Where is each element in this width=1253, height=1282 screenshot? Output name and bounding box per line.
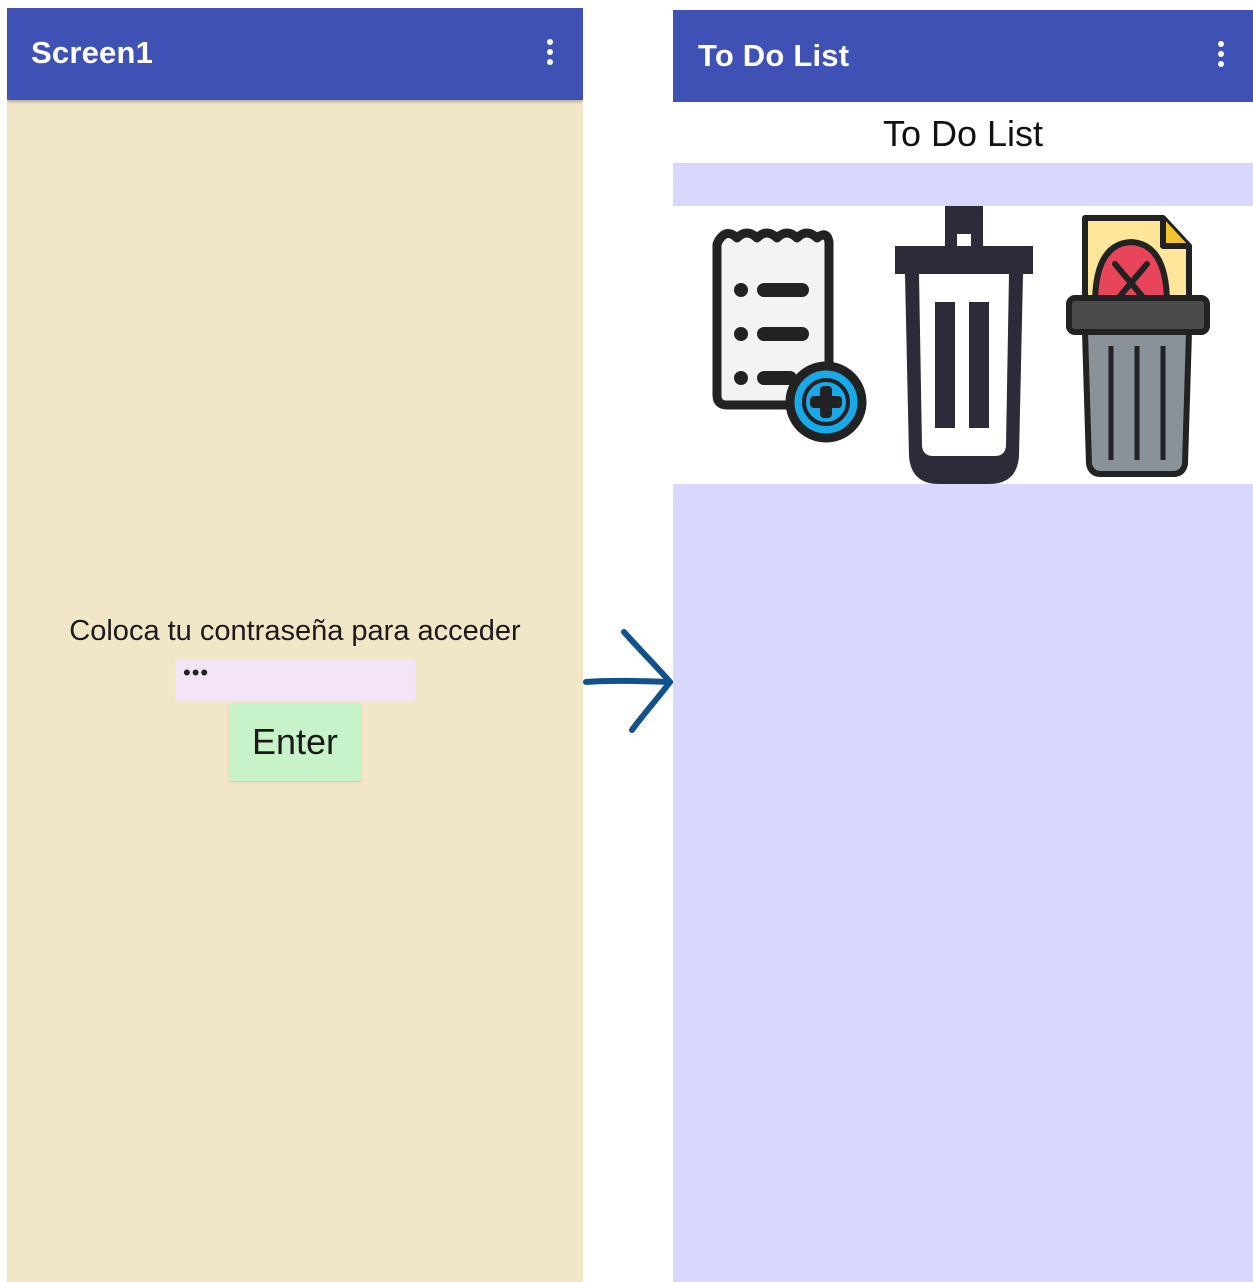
todo-screen: To Do List To Do List: [673, 10, 1253, 1282]
arrow-right-icon: [583, 629, 673, 733]
todo-screen-title: To Do List: [698, 38, 850, 73]
trash-can-icon[interactable]: [893, 206, 1035, 484]
screen1-title: Screen1: [31, 35, 154, 70]
more-vert-icon[interactable]: [543, 39, 557, 71]
screen1: Screen1 Coloca tu contraseña para accede…: [7, 8, 583, 1282]
password-prompt-label: Coloca tu contraseña para acceder: [69, 615, 521, 647]
canvas: Screen1 Coloca tu contraseña para accede…: [0, 0, 1253, 1282]
discard-document-icon[interactable]: [1065, 214, 1211, 478]
password-field[interactable]: [175, 659, 415, 701]
todo-heading: To Do List: [673, 102, 1253, 163]
action-icon-row: [673, 206, 1253, 484]
enter-button[interactable]: Enter: [229, 703, 361, 781]
add-list-icon[interactable]: [709, 220, 869, 470]
screen1-app-bar: Screen1: [7, 8, 583, 100]
password-field-value: •••: [183, 660, 210, 685]
more-vert-icon[interactable]: [1214, 41, 1228, 73]
todo-app-bar: To Do List: [673, 10, 1253, 102]
